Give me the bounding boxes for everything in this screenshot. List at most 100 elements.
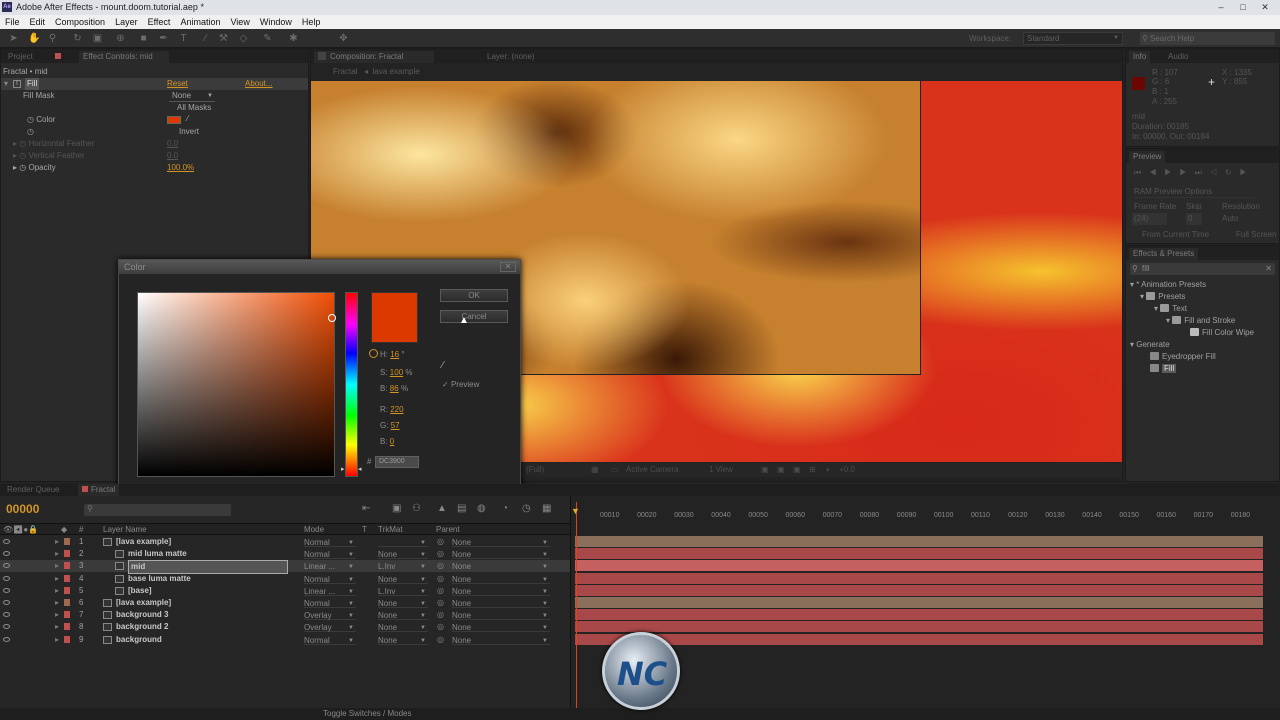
stopwatch-icon[interactable]: ◷ bbox=[19, 151, 26, 160]
reset-link[interactable]: Reset bbox=[167, 78, 188, 90]
rectangle-tool-icon[interactable]: ■ bbox=[138, 33, 149, 44]
tab-fractal[interactable]: Fractal bbox=[78, 484, 120, 496]
flowchart-icon[interactable]: ⊞ bbox=[809, 463, 816, 477]
loop-icon[interactable]: ↻ bbox=[1225, 168, 1240, 177]
fx-toggle-icon[interactable]: f bbox=[13, 80, 21, 88]
stopwatch-icon[interactable]: ◷ bbox=[522, 503, 531, 514]
active-camera-select[interactable]: Active Camera bbox=[626, 463, 678, 477]
brightness-value[interactable]: 86 bbox=[390, 384, 399, 393]
clear-search-icon[interactable]: ✕ bbox=[1265, 263, 1272, 275]
tab-composition[interactable]: Composition: Fractal bbox=[314, 51, 434, 63]
fill-mask-select[interactable]: None ▼ bbox=[169, 90, 215, 102]
stopwatch-icon[interactable]: ◷ bbox=[19, 139, 26, 148]
radio-icon[interactable] bbox=[369, 366, 378, 375]
tree-item-fill-and-stroke[interactable]: ▾ Fill and Stroke bbox=[1166, 315, 1235, 327]
vertical-feather-value[interactable]: 0.0 bbox=[167, 150, 178, 162]
comp-mini-flowchart-icon[interactable]: ⇤ bbox=[362, 503, 370, 514]
about-link[interactable]: About... bbox=[245, 78, 273, 90]
green-value[interactable]: 57 bbox=[391, 421, 400, 430]
playhead-icon[interactable]: ▼ bbox=[571, 506, 580, 516]
layer-duration-bar[interactable] bbox=[575, 584, 1263, 596]
radio-icon[interactable] bbox=[369, 382, 378, 391]
menu-help[interactable]: Help bbox=[297, 15, 326, 29]
camera-tool-icon[interactable]: ▣ bbox=[92, 33, 103, 44]
audio-icon[interactable]: ◁ bbox=[1210, 168, 1225, 177]
rotate-tool-icon[interactable]: ↻ bbox=[72, 33, 83, 44]
brainstorm-icon[interactable]: ◍ bbox=[477, 503, 486, 514]
cancel-button[interactable]: Cancel bbox=[440, 310, 508, 323]
stopwatch-icon[interactable]: ◷ bbox=[19, 163, 26, 172]
play-icon[interactable]: ▶ bbox=[1164, 168, 1179, 177]
stopwatch-icon[interactable]: ◷ bbox=[27, 127, 34, 136]
eraser-tool-icon[interactable]: ◇ bbox=[238, 33, 249, 44]
graph-editor-icon[interactable]: ◔ bbox=[502, 503, 508, 514]
puppet-tool-icon[interactable]: ✱ bbox=[288, 33, 299, 44]
draft-3d-icon[interactable]: ▣ bbox=[392, 503, 401, 514]
motion-blur-icon[interactable]: ▤ bbox=[457, 503, 466, 514]
full-screen-checkbox[interactable]: Full Screen bbox=[1236, 229, 1276, 241]
stopwatch-icon[interactable]: ◷ bbox=[27, 115, 34, 124]
roto-brush-tool-icon[interactable]: ✎ bbox=[262, 33, 273, 44]
layer-duration-bar[interactable] bbox=[575, 633, 1263, 645]
color-swatch[interactable] bbox=[167, 116, 181, 124]
resolution-select[interactable]: Auto bbox=[1222, 213, 1262, 225]
tree-item-fill-color-wipe[interactable]: Fill Color Wipe bbox=[1190, 327, 1254, 339]
brush-tool-icon[interactable]: ∕ bbox=[200, 33, 211, 44]
frame-blending-icon[interactable]: ▲ bbox=[437, 503, 447, 514]
menu-view[interactable]: View bbox=[225, 15, 254, 29]
first-frame-icon[interactable]: ⏮ bbox=[1134, 168, 1149, 177]
menu-animation[interactable]: Animation bbox=[175, 15, 225, 29]
pen-tool-icon[interactable]: ✒ bbox=[158, 33, 169, 44]
invert-checkbox[interactable]: Invert bbox=[169, 126, 229, 138]
layer-duration-bar[interactable] bbox=[575, 548, 1263, 560]
radio-icon[interactable] bbox=[369, 435, 378, 444]
zoom-tool-icon[interactable]: ⚲ bbox=[47, 33, 58, 44]
preview-checkbox[interactable]: ✓ Preview bbox=[442, 379, 479, 391]
opacity-value[interactable]: 100.0% bbox=[167, 162, 194, 174]
axis-mode-icon[interactable]: ✥ bbox=[338, 33, 349, 44]
resolution-select[interactable]: (Full) bbox=[526, 463, 544, 477]
last-frame-icon[interactable]: ⏭ bbox=[1195, 168, 1210, 177]
prev-frame-icon[interactable]: ◀ bbox=[1149, 168, 1164, 177]
grid-toggle-icon[interactable]: ▦ bbox=[591, 463, 599, 477]
pan-behind-tool-icon[interactable]: ⊕ bbox=[115, 33, 126, 44]
current-time-display[interactable]: 00000 bbox=[6, 502, 39, 516]
exposure-value[interactable]: +0.0 bbox=[839, 463, 855, 477]
fast-previews-icon[interactable]: ▣ bbox=[777, 463, 785, 477]
saturation-value[interactable]: 100 bbox=[390, 368, 403, 377]
layer-search-input[interactable]: ⚲ bbox=[84, 504, 231, 516]
disclosure-triangle-icon[interactable]: ▾ bbox=[4, 78, 8, 90]
radio-icon[interactable] bbox=[369, 403, 378, 412]
radio-icon[interactable] bbox=[369, 419, 378, 428]
toggle-switches-modes-button[interactable]: Toggle Switches / Modes bbox=[323, 709, 412, 718]
col-layer-name[interactable]: Layer Name bbox=[103, 525, 147, 534]
horizontal-feather-value[interactable]: 0.0 bbox=[167, 138, 178, 150]
type-tool-icon[interactable]: T bbox=[178, 33, 189, 44]
close-icon[interactable]: ✕ bbox=[500, 262, 516, 272]
disclosure-triangle-icon[interactable]: ▸ bbox=[13, 163, 17, 172]
menu-edit[interactable]: Edit bbox=[25, 15, 51, 29]
close-window-button[interactable]: ✕ bbox=[1254, 1, 1276, 13]
menu-window[interactable]: Window bbox=[255, 15, 297, 29]
workspace-select[interactable]: Standard ▼ bbox=[1023, 32, 1123, 45]
blue-value[interactable]: 0 bbox=[390, 437, 394, 446]
red-value[interactable]: 220 bbox=[390, 405, 403, 414]
frame-rate-select[interactable]: (24) bbox=[1132, 213, 1167, 225]
layer-duration-bar[interactable] bbox=[575, 572, 1263, 584]
effects-search-input[interactable]: ⚲ fill ✕ bbox=[1130, 263, 1275, 275]
layer-duration-bar[interactable] bbox=[575, 536, 1263, 547]
selection-tool-icon[interactable]: ➤ bbox=[8, 33, 19, 44]
tree-item-generate[interactable]: ▾ Generate bbox=[1130, 339, 1170, 351]
tab-audio[interactable]: Audio bbox=[1164, 51, 1192, 63]
saturation-brightness-field[interactable] bbox=[137, 292, 336, 477]
layer-duration-bar[interactable] bbox=[575, 609, 1263, 621]
minimize-button[interactable]: – bbox=[1210, 1, 1232, 13]
mask-toggle-icon[interactable]: ▭ bbox=[611, 463, 619, 477]
hue-slider[interactable]: ▸ ◂ bbox=[341, 292, 362, 477]
tree-item-eyedropper-fill[interactable]: Eyedropper Fill bbox=[1150, 351, 1216, 363]
breadcrumb-fractal[interactable]: Fractal bbox=[333, 67, 357, 76]
tree-item-text[interactable]: ▾ Text bbox=[1154, 303, 1187, 315]
hue-value[interactable]: 16 bbox=[390, 350, 399, 359]
menu-composition[interactable]: Composition bbox=[50, 15, 110, 29]
hex-input[interactable]: DC3900 bbox=[375, 456, 419, 468]
